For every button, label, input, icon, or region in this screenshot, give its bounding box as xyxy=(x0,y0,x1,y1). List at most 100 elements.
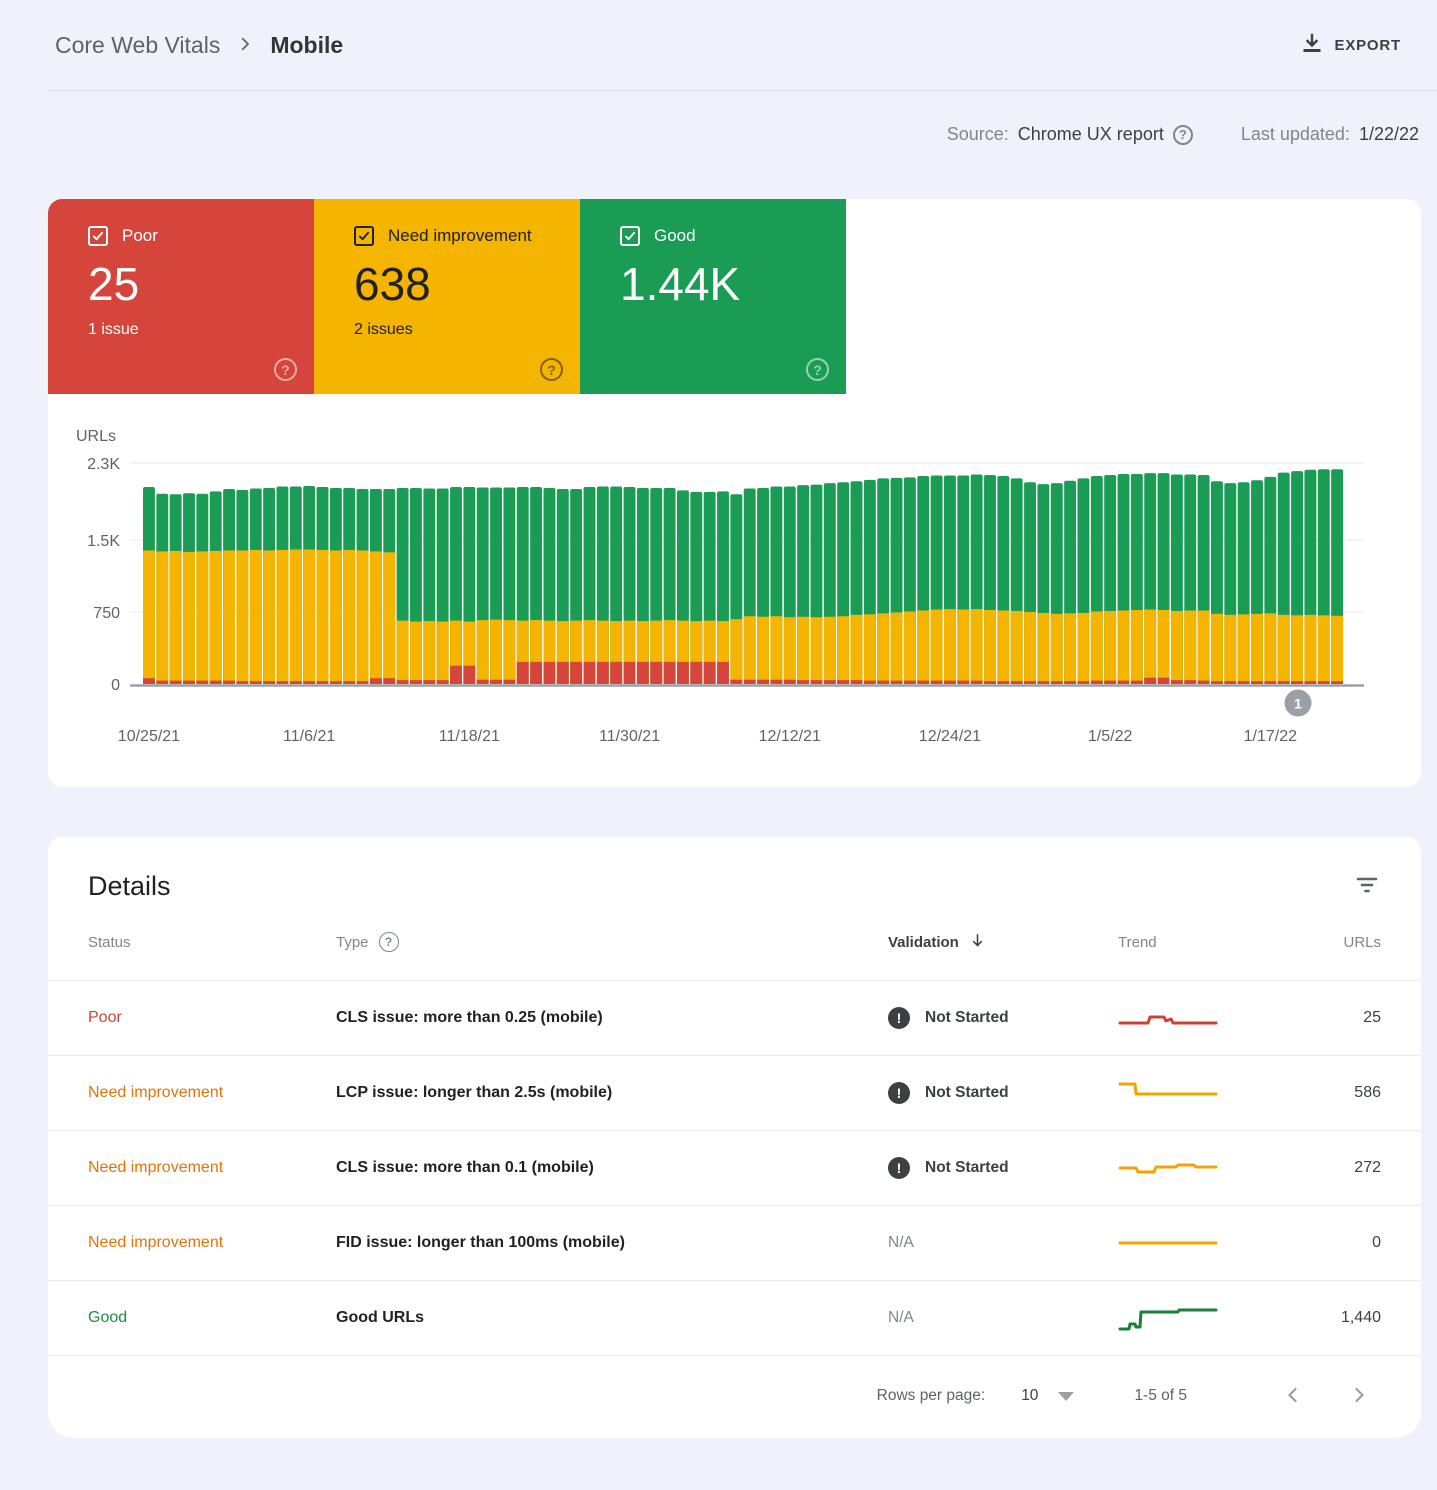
need-improvement-checkbox-checked-icon[interactable] xyxy=(354,226,374,246)
previous-page-button[interactable] xyxy=(1281,1383,1305,1410)
urls-stacked-bar-chart[interactable]: URLs 750 1.5K 2.3K 0 10/25/21 11/6/21 11/18/21… xyxy=(48,394,1421,762)
urls-count: 272 xyxy=(1268,1159,1381,1177)
poor-card[interactable]: Poor 25 1 issue ? xyxy=(48,199,314,394)
need-improvement-card[interactable]: Need improvement 638 2 issues ? xyxy=(314,199,580,394)
column-header-type: Type xyxy=(336,934,369,951)
chevron-right-icon xyxy=(236,32,254,59)
issue-type-link[interactable]: CLS issue: more than 0.25 (mobile) xyxy=(336,1009,888,1027)
column-header-status: Status xyxy=(88,934,336,951)
exclamation-icon: ! xyxy=(888,1007,910,1029)
urls-count: 0 xyxy=(1268,1234,1381,1252)
last-updated-value: 1/22/22 xyxy=(1359,124,1419,145)
pagination-range: 1-5 of 5 xyxy=(1134,1387,1187,1405)
next-page-button[interactable] xyxy=(1347,1383,1371,1410)
dropdown-caret-icon[interactable] xyxy=(1058,1392,1074,1401)
table-row[interactable]: Need improvement FID issue: longer than … xyxy=(48,1205,1421,1280)
rows-per-page-select[interactable]: 10 xyxy=(1021,1387,1038,1405)
svg-text:11/6/21: 11/6/21 xyxy=(283,728,335,745)
good-card-label: Good xyxy=(654,226,696,246)
validation-status: N/A xyxy=(888,1309,1118,1327)
help-icon[interactable]: ? xyxy=(540,358,563,381)
help-icon[interactable]: ? xyxy=(379,932,399,952)
filter-list-icon xyxy=(1355,885,1379,900)
source-value: Chrome UX report xyxy=(1018,124,1164,145)
svg-text:750: 750 xyxy=(93,605,120,622)
help-icon[interactable]: ? xyxy=(1173,125,1193,145)
good-checkbox-checked-icon[interactable] xyxy=(620,226,640,246)
table-pagination: Rows per page: 10 1-5 of 5 xyxy=(48,1356,1421,1436)
urls-count: 25 xyxy=(1268,1009,1381,1027)
svg-text:1.5K: 1.5K xyxy=(87,533,120,550)
table-row[interactable]: Need improvement CLS issue: more than 0.… xyxy=(48,1130,1421,1205)
details-panel: Details Status Type ? Validation Trend U… xyxy=(48,837,1421,1438)
table-row[interactable]: Good Good URLs N/A 1,440 xyxy=(48,1280,1421,1355)
trend-sparkline xyxy=(1118,1152,1268,1184)
column-header-validation-sort[interactable]: Validation xyxy=(888,932,1118,953)
validation-status: ! Not Started xyxy=(888,1157,1118,1179)
annotation-marker-1[interactable]: 1 xyxy=(1285,690,1312,717)
exclamation-icon: ! xyxy=(888,1082,910,1104)
svg-text:1: 1 xyxy=(1294,696,1302,712)
table-header-row: Status Type ? Validation Trend URLs xyxy=(48,904,1421,980)
validation-status: N/A xyxy=(888,1234,1118,1252)
urls-count: 1,440 xyxy=(1268,1309,1381,1327)
svg-text:11/18/21: 11/18/21 xyxy=(439,728,500,745)
page-title: Mobile xyxy=(270,32,343,59)
chart-y-axis-title: URLs xyxy=(76,428,116,445)
filter-table-button[interactable] xyxy=(1351,869,1383,904)
issue-type-link[interactable]: LCP issue: longer than 2.5s (mobile) xyxy=(336,1084,888,1102)
table-body: Poor CLS issue: more than 0.25 (mobile) … xyxy=(48,980,1421,1356)
trend-sparkline xyxy=(1118,1077,1268,1109)
export-button[interactable]: EXPORT xyxy=(1295,31,1407,59)
svg-text:11/30/21: 11/30/21 xyxy=(599,728,660,745)
good-card-value: 1.44K xyxy=(620,261,846,307)
issue-type-link[interactable]: CLS issue: more than 0.1 (mobile) xyxy=(336,1159,888,1177)
poor-card-issues: 1 issue xyxy=(88,321,314,339)
chart-panel: Poor 25 1 issue ? Need improvement 638 2… xyxy=(48,199,1421,787)
need-improvement-card-value: 638 xyxy=(354,261,580,307)
export-label: EXPORT xyxy=(1335,37,1401,54)
report-meta: Source: Chrome UX report ? Last updated:… xyxy=(0,91,1437,145)
help-icon[interactable]: ? xyxy=(274,358,297,381)
status-cards: Poor 25 1 issue ? Need improvement 638 2… xyxy=(48,199,1421,394)
issue-type-link[interactable]: Good URLs xyxy=(336,1309,888,1327)
trend-sparkline xyxy=(1118,1227,1268,1259)
rows-per-page-label: Rows per page: xyxy=(877,1387,986,1405)
validation-status: ! Not Started xyxy=(888,1007,1118,1029)
table-row[interactable]: Need improvement LCP issue: longer than … xyxy=(48,1055,1421,1130)
need-improvement-card-issues: 2 issues xyxy=(354,321,580,339)
validation-status: ! Not Started xyxy=(888,1082,1118,1104)
svg-text:1/5/22: 1/5/22 xyxy=(1088,728,1133,745)
breadcrumb: Core Web Vitals Mobile xyxy=(55,32,343,59)
status-badge: Poor xyxy=(88,1009,336,1027)
exclamation-icon: ! xyxy=(888,1157,910,1179)
details-title: Details xyxy=(88,871,171,902)
last-updated-label: Last updated: xyxy=(1241,124,1350,145)
trend-sparkline xyxy=(1118,1002,1268,1034)
svg-text:10/25/21: 10/25/21 xyxy=(118,728,180,745)
svg-text:2.3K: 2.3K xyxy=(87,456,120,473)
arrow-down-icon xyxy=(969,932,986,953)
svg-text:12/24/21: 12/24/21 xyxy=(919,728,981,745)
breadcrumb-root-link[interactable]: Core Web Vitals xyxy=(55,32,220,59)
urls-count: 586 xyxy=(1268,1084,1381,1102)
help-icon[interactable]: ? xyxy=(806,358,829,381)
poor-card-value: 25 xyxy=(88,261,314,307)
good-card[interactable]: Good 1.44K ? xyxy=(580,199,846,394)
download-icon xyxy=(1301,32,1323,58)
svg-text:12/12/21: 12/12/21 xyxy=(759,728,821,745)
poor-checkbox-checked-icon[interactable] xyxy=(88,226,108,246)
source-label: Source: xyxy=(947,124,1009,145)
top-bar: Core Web Vitals Mobile EXPORT xyxy=(0,0,1437,90)
svg-text:0: 0 xyxy=(111,677,120,694)
table-row[interactable]: Poor CLS issue: more than 0.25 (mobile) … xyxy=(48,980,1421,1055)
trend-sparkline xyxy=(1118,1302,1268,1334)
status-badge: Need improvement xyxy=(88,1234,336,1252)
need-improvement-card-label: Need improvement xyxy=(388,226,532,246)
poor-card-label: Poor xyxy=(122,226,158,246)
column-header-trend: Trend xyxy=(1118,934,1268,951)
column-header-urls: URLs xyxy=(1268,934,1381,951)
svg-text:1/17/22: 1/17/22 xyxy=(1244,728,1297,745)
issue-type-link[interactable]: FID issue: longer than 100ms (mobile) xyxy=(336,1234,888,1252)
status-badge: Good xyxy=(88,1309,336,1327)
